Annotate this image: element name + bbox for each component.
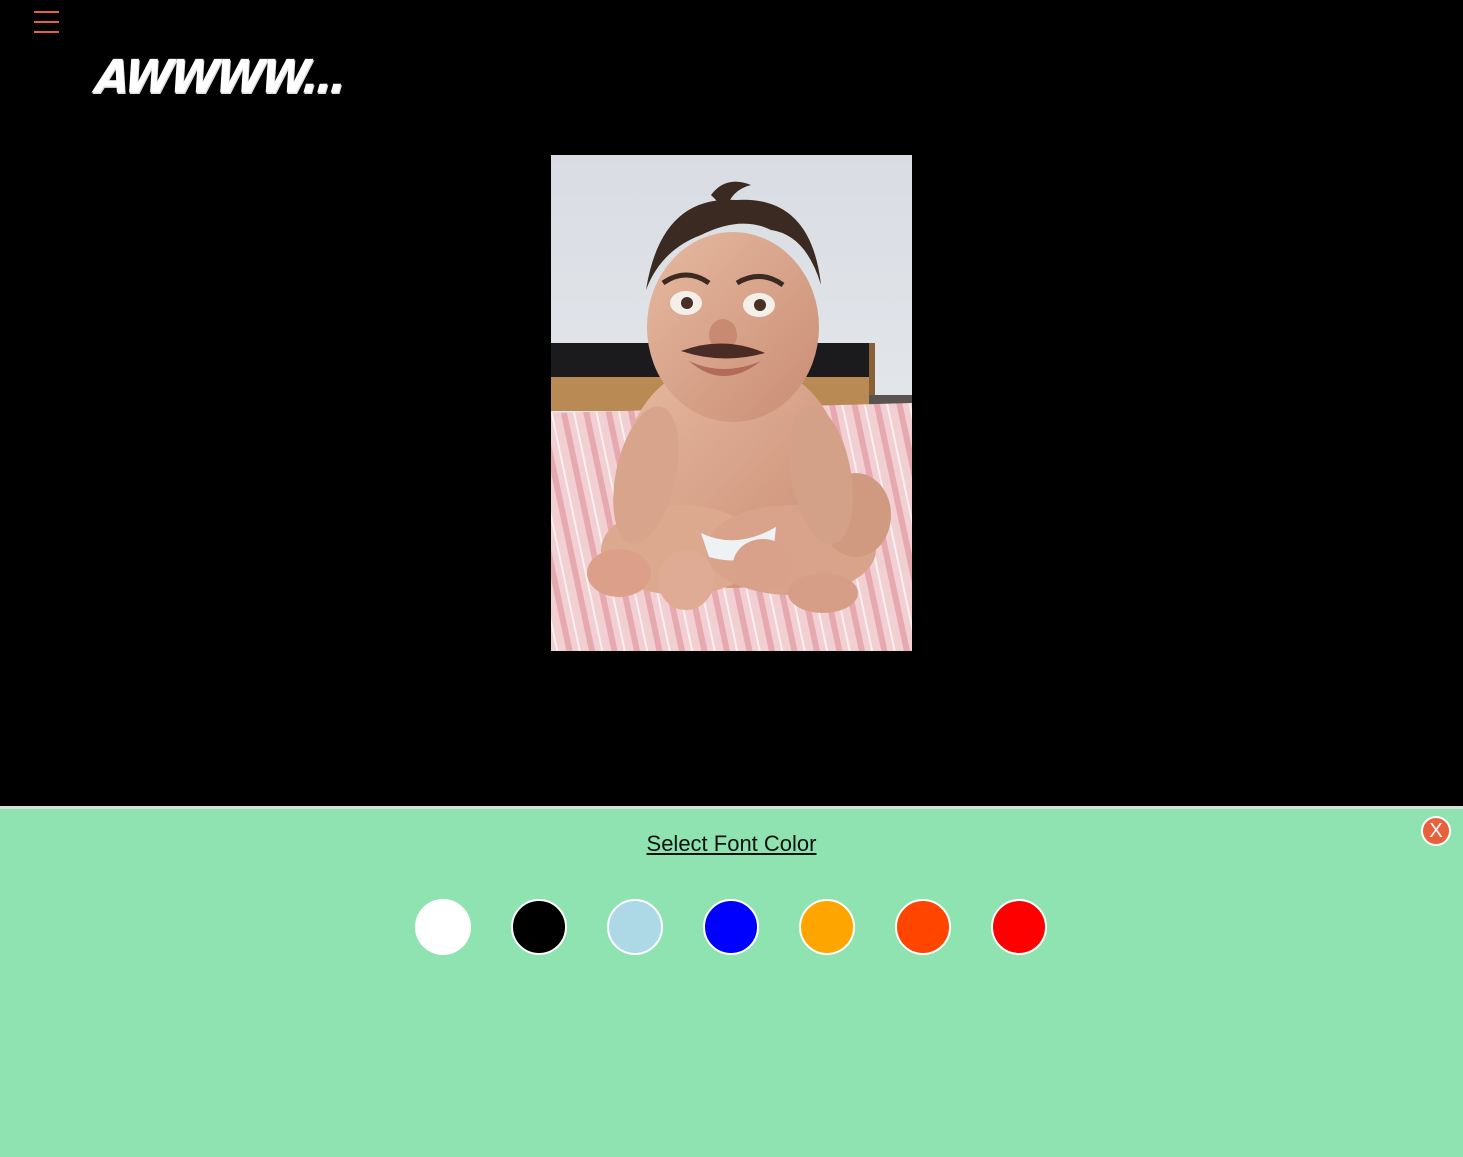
menu-bar bbox=[34, 31, 59, 33]
color-swatch-blue[interactable] bbox=[703, 899, 759, 955]
color-swatch-black[interactable] bbox=[511, 899, 567, 955]
hamburger-menu-icon[interactable] bbox=[33, 9, 61, 35]
color-swatch-red[interactable] bbox=[991, 899, 1047, 955]
select-font-color-link[interactable]: Select Font Color bbox=[647, 831, 817, 856]
menu-bar bbox=[34, 11, 59, 13]
baby-photo bbox=[551, 155, 912, 651]
menu-bar bbox=[34, 21, 59, 23]
photo-illustration bbox=[551, 155, 912, 651]
close-icon[interactable]: X bbox=[1421, 816, 1451, 846]
header-area: AWWWW... bbox=[0, 0, 1463, 806]
panel-title: Select Font Color bbox=[0, 831, 1463, 857]
color-swatches bbox=[0, 899, 1463, 959]
color-swatch-lightblue[interactable] bbox=[607, 899, 663, 955]
page: AWWWW... Select Font Color X bbox=[0, 0, 1463, 1157]
site-logo[interactable]: AWWWW... bbox=[93, 51, 347, 105]
font-color-panel: Select Font Color X bbox=[0, 809, 1463, 1157]
color-swatch-orange[interactable] bbox=[799, 899, 855, 955]
color-swatch-white[interactable] bbox=[415, 899, 471, 955]
color-swatch-orangered[interactable] bbox=[895, 899, 951, 955]
